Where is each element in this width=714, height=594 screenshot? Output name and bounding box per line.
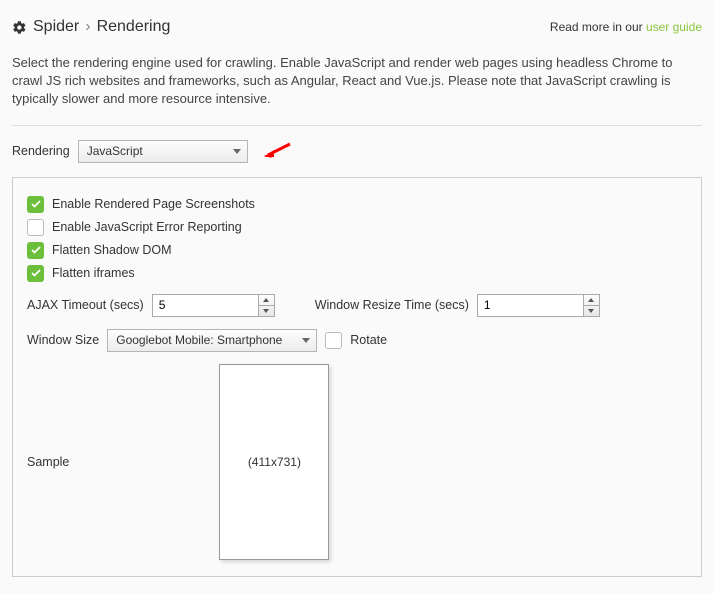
breadcrumb: Spider › Rendering [12, 18, 170, 36]
sample-preview: (411x731) [219, 364, 329, 560]
rotate-checkbox[interactable] [325, 332, 342, 349]
page-header: Spider › Rendering Read more in our user… [12, 12, 702, 46]
resize-time-spinner[interactable] [477, 294, 600, 317]
check-icon [30, 198, 42, 210]
ajax-timeout-label: AJAX Timeout (secs) [27, 298, 144, 312]
rendering-select[interactable]: JavaScript [78, 140, 248, 163]
rotate-label: Rotate [350, 333, 387, 347]
jserror-checkbox[interactable] [27, 219, 44, 236]
chevron-down-icon [588, 309, 594, 313]
chevron-down-icon [302, 338, 310, 343]
breadcrumb-separator: › [85, 18, 90, 36]
rendering-label: Rendering [12, 144, 70, 158]
arrow-annotation-icon [262, 141, 292, 161]
resize-time-input[interactable] [478, 295, 583, 316]
readmore-text: Read more in our user guide [550, 20, 702, 34]
ajax-timeout-spinner[interactable] [152, 294, 275, 317]
page-description: Select the rendering engine used for cra… [12, 54, 702, 109]
sample-dimensions: (411x731) [248, 455, 301, 469]
check-icon [30, 244, 42, 256]
ajax-timeout-up-button[interactable] [259, 295, 274, 306]
chevron-down-icon [263, 309, 269, 313]
user-guide-link[interactable]: user guide [646, 20, 702, 34]
window-size-value: Googlebot Mobile: Smartphone [116, 333, 282, 347]
rendering-select-value: JavaScript [87, 144, 143, 158]
divider [12, 125, 702, 126]
breadcrumb-leaf: Rendering [97, 18, 171, 36]
breadcrumb-root: Spider [33, 18, 79, 36]
window-size-label: Window Size [27, 333, 99, 347]
iframes-checkbox[interactable] [27, 265, 44, 282]
gear-icon [12, 20, 27, 35]
screenshots-checkbox[interactable] [27, 196, 44, 213]
sample-label: Sample [27, 455, 69, 469]
shadowdom-label: Flatten Shadow DOM [52, 243, 172, 257]
resize-time-label: Window Resize Time (secs) [315, 298, 469, 312]
check-icon [30, 267, 42, 279]
resize-time-down-button[interactable] [584, 306, 599, 316]
ajax-timeout-input[interactable] [153, 295, 258, 316]
chevron-down-icon [233, 149, 241, 154]
chevron-up-icon [588, 298, 594, 302]
jserror-label: Enable JavaScript Error Reporting [52, 220, 242, 234]
rendering-options-panel: Enable Rendered Page Screenshots Enable … [12, 177, 702, 577]
iframes-label: Flatten iframes [52, 266, 135, 280]
resize-time-up-button[interactable] [584, 295, 599, 306]
chevron-up-icon [263, 298, 269, 302]
shadowdom-checkbox[interactable] [27, 242, 44, 259]
ajax-timeout-down-button[interactable] [259, 306, 274, 316]
screenshots-label: Enable Rendered Page Screenshots [52, 197, 255, 211]
window-size-select[interactable]: Googlebot Mobile: Smartphone [107, 329, 317, 352]
